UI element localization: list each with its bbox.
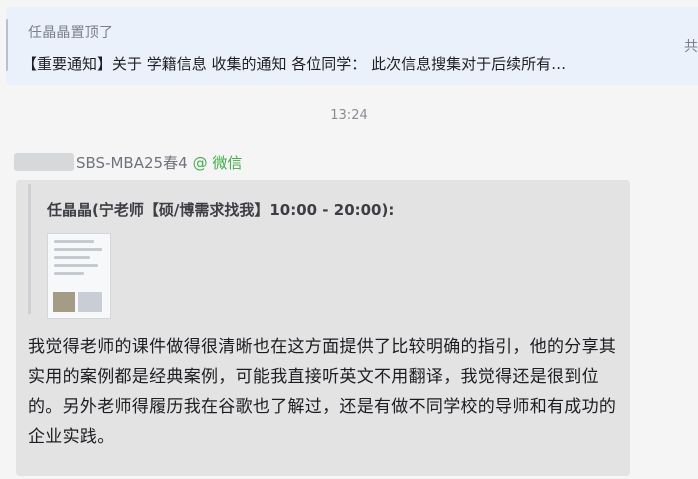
pinned-title: 任晶晶置顶了 bbox=[28, 25, 114, 41]
thumbnail-line bbox=[54, 248, 102, 251]
message-timestamp: 13:24 bbox=[330, 108, 368, 123]
thumbnail-line bbox=[54, 264, 98, 267]
thumbnail-line bbox=[54, 240, 94, 243]
quote-header: 任晶晶(宁老师【硕/博需求找我】10:00 - 20:00): bbox=[47, 201, 395, 219]
thumbnail-photo bbox=[53, 292, 75, 312]
sender-app-tag: @ 微信 bbox=[192, 153, 243, 172]
thumbnail-line bbox=[54, 256, 90, 259]
quoted-image-thumbnail[interactable] bbox=[47, 233, 111, 319]
pinned-count-label[interactable]: 共 bbox=[684, 36, 698, 56]
sender-line: SBS-MBA25春4 @ 微信 bbox=[14, 150, 242, 174]
sender-avatar-blur bbox=[14, 153, 74, 171]
thumbnail-line bbox=[54, 272, 84, 275]
pinned-indicator-bar bbox=[6, 19, 8, 71]
pinned-notice[interactable]: 任晶晶置顶了 【重要通知】关于 学籍信息 收集的通知 各位同学： 此次信息搜集对… bbox=[6, 7, 698, 85]
quoted-message[interactable]: 任晶晶(宁老师【硕/博需求找我】10:00 - 20:00): bbox=[28, 184, 627, 319]
message-bubble[interactable]: 任晶晶(宁老师【硕/博需求找我】10:00 - 20:00): 我觉得老师的课件… bbox=[16, 180, 630, 476]
thumbnail-photo bbox=[78, 292, 102, 312]
pinned-content[interactable]: 【重要通知】关于 学籍信息 收集的通知 各位同学： 此次信息搜集对于后续所有… bbox=[22, 53, 566, 74]
message-text: 我觉得老师的课件做得很清晰也在这方面提供了比较明确的指引，他的分享其实用的案例都… bbox=[28, 337, 617, 447]
sender-name[interactable]: SBS-MBA25春4 bbox=[76, 152, 188, 173]
